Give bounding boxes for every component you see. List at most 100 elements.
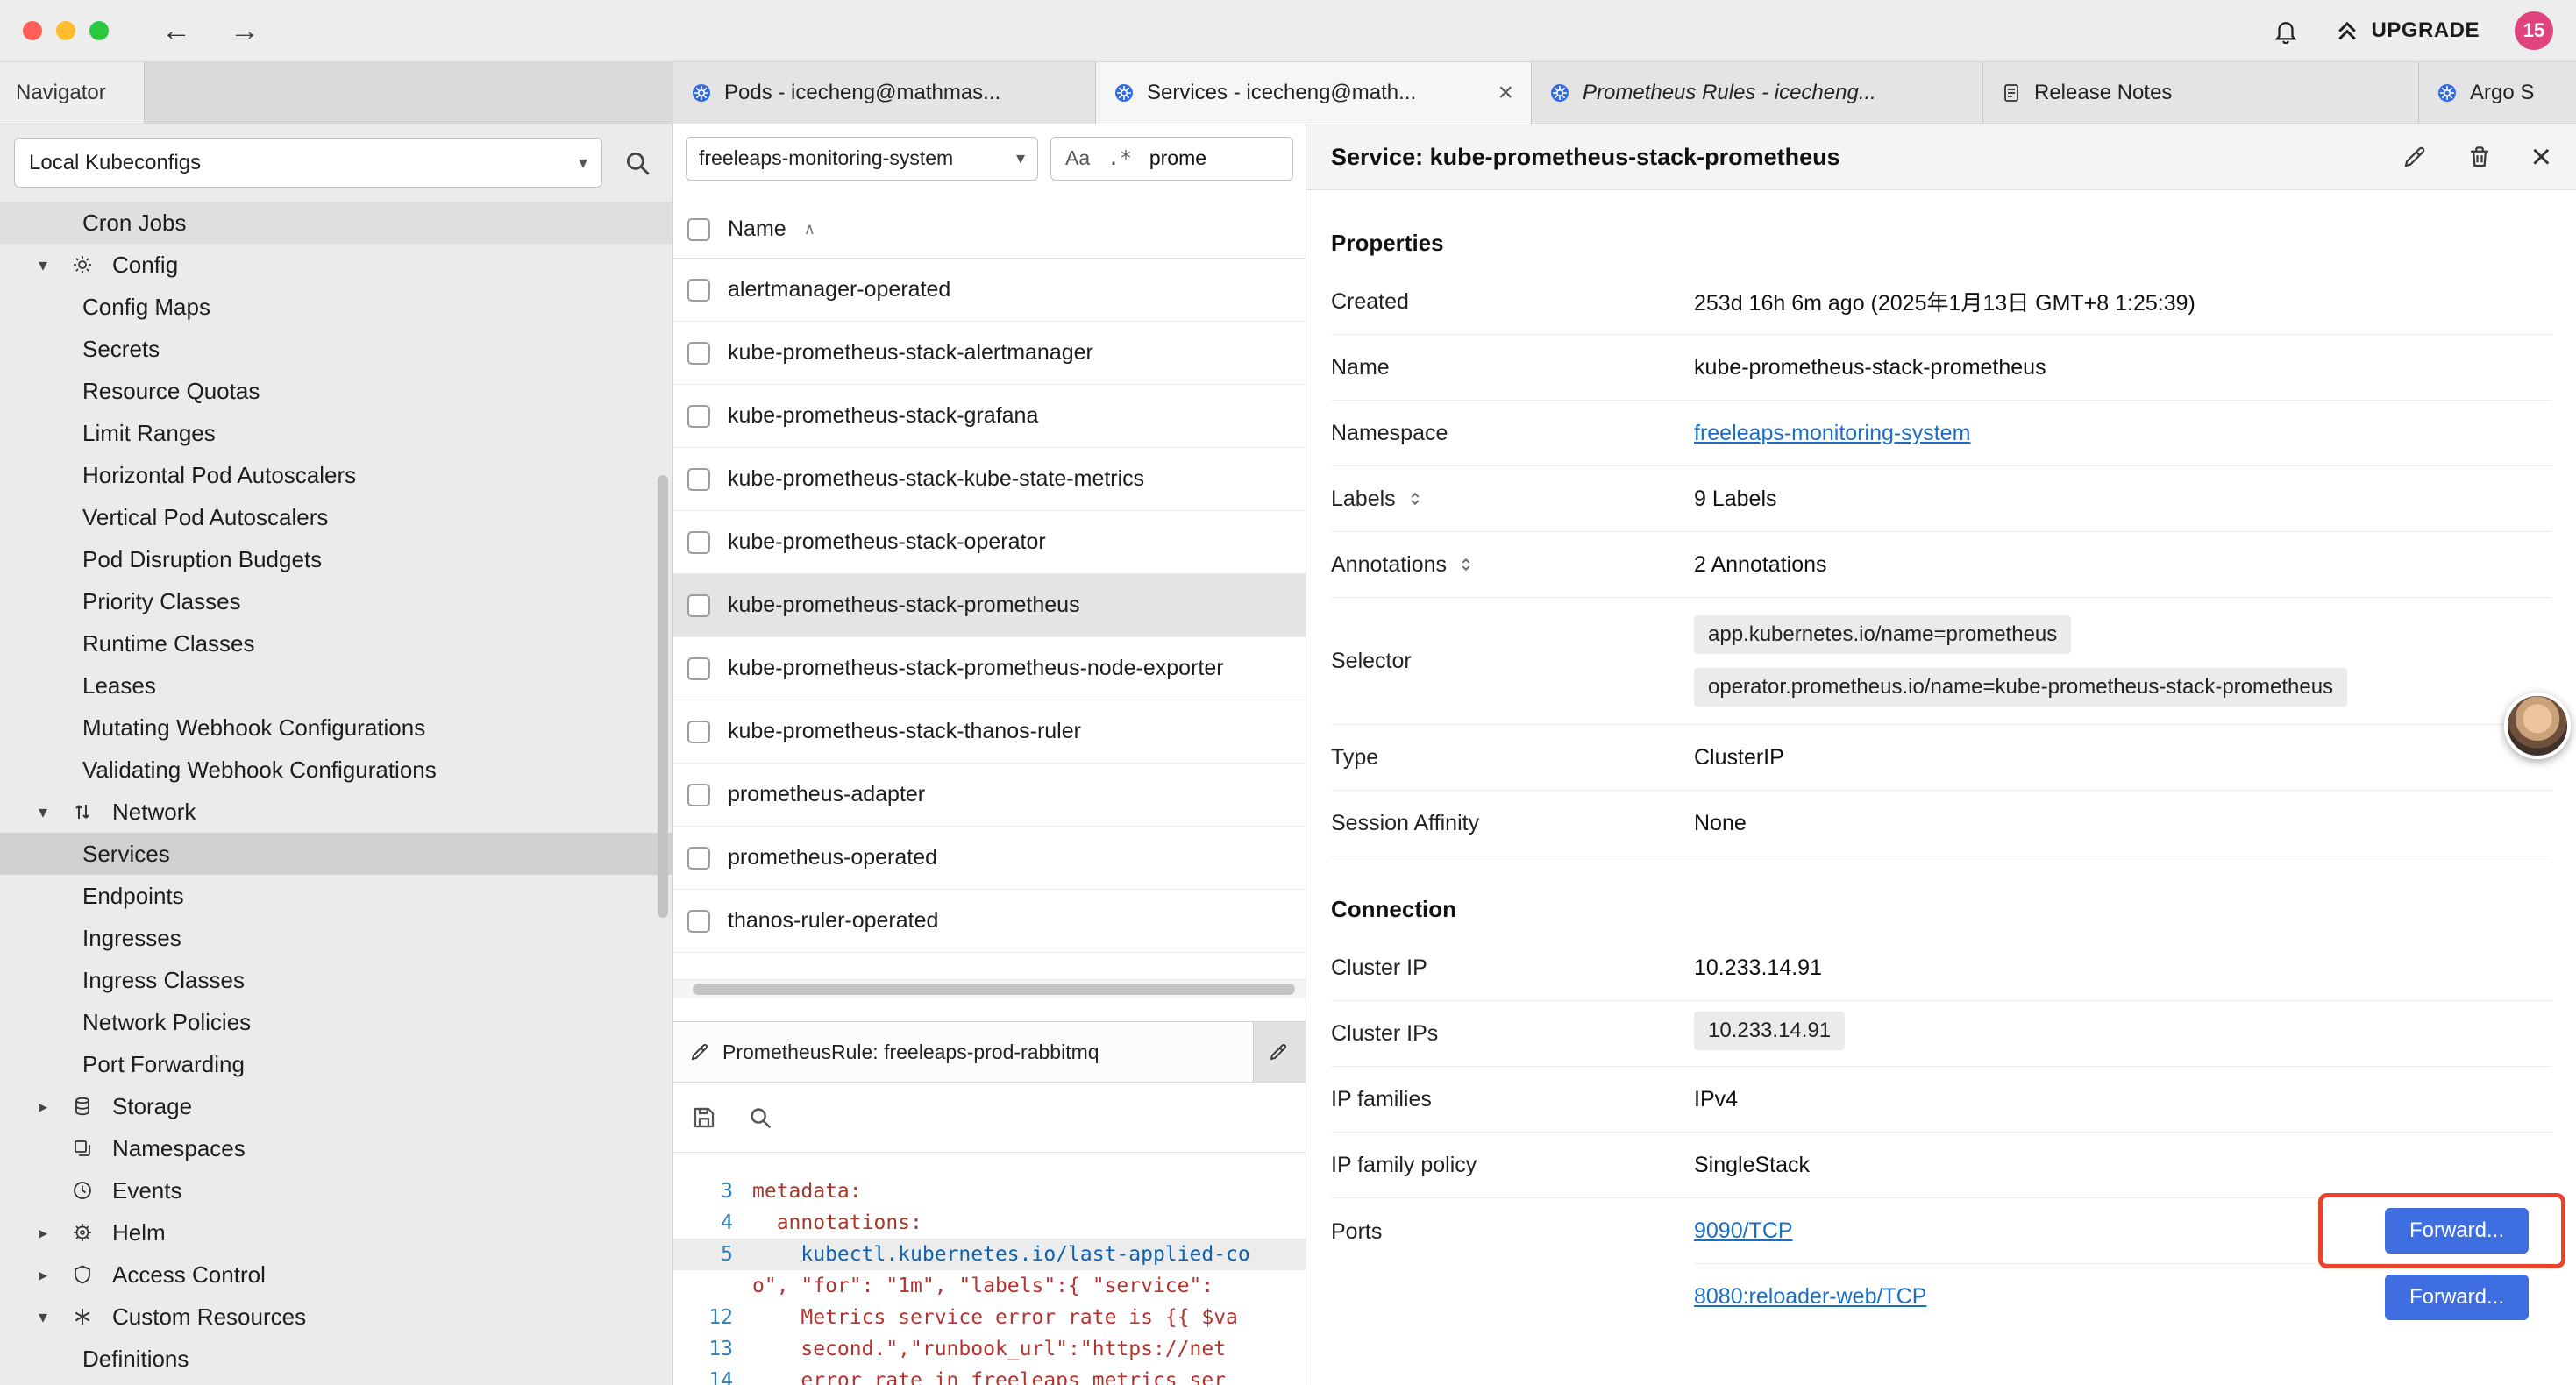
row-checkbox[interactable] <box>687 531 710 554</box>
chevron-down-icon[interactable]: ▾ <box>39 801 72 823</box>
forward-button[interactable]: Forward... <box>2385 1275 2529 1320</box>
sidebar-search-button[interactable] <box>616 148 658 178</box>
forward-button[interactable]: → <box>230 16 260 46</box>
window-zoom-button[interactable] <box>89 21 109 40</box>
tab-release-notes[interactable]: Release Notes <box>1983 62 2419 124</box>
table-row[interactable]: prometheus-operated <box>673 827 1306 890</box>
table-row[interactable]: alertmanager-operated <box>673 259 1306 322</box>
sidebar-item-namespaces[interactable]: Namespaces <box>0 1127 672 1169</box>
avatar[interactable] <box>2504 692 2571 759</box>
notification-count-badge[interactable]: 15 <box>2515 11 2553 50</box>
dock-tab-partial[interactable] <box>1254 1022 1306 1082</box>
sidebar-item-mutating-webhook-configurations[interactable]: Mutating Webhook Configurations <box>0 707 672 749</box>
expand-toggle-icon[interactable] <box>1406 490 1424 508</box>
match-case-toggle[interactable]: Aa <box>1065 146 1090 170</box>
upgrade-button[interactable]: UPGRADE <box>2334 18 2480 44</box>
sidebar-item-access-control[interactable]: ▸ Access Control <box>0 1254 672 1296</box>
property-value[interactable]: 2 Annotations <box>1694 552 2551 578</box>
tab-prometheus-rules[interactable]: Prometheus Rules - icecheng... <box>1532 62 1983 124</box>
sidebar-item-priority-classes[interactable]: Priority Classes <box>0 580 672 622</box>
row-checkbox[interactable] <box>687 405 710 428</box>
row-checkbox[interactable] <box>687 784 710 806</box>
search-input[interactable]: Aa .* prome <box>1050 137 1293 181</box>
search-icon[interactable] <box>747 1104 773 1131</box>
dock-tab-prometheusrule[interactable]: PrometheusRule: freeleaps-prod-rabbitmq <box>673 1022 1254 1082</box>
port-link[interactable]: 9090/TCP <box>1694 1218 1793 1244</box>
namespace-link[interactable]: freeleaps-monitoring-system <box>1694 421 1970 445</box>
back-button[interactable]: ← <box>161 16 191 46</box>
sidebar-item-limit-ranges[interactable]: Limit Ranges <box>0 412 672 454</box>
sidebar-item-network-policies[interactable]: Network Policies <box>0 1001 672 1043</box>
sidebar-item-pod-disruption-budgets[interactable]: Pod Disruption Budgets <box>0 538 672 580</box>
sidebar-item-config[interactable]: ▾ Config <box>0 244 672 286</box>
sidebar-item-cron-jobs[interactable]: Cron Jobs <box>0 202 672 244</box>
sidebar-item-vertical-pod-autoscalers[interactable]: Vertical Pod Autoscalers <box>0 496 672 538</box>
sidebar-item-validating-webhook-configurations[interactable]: Validating Webhook Configurations <box>0 749 672 791</box>
table-row-selected[interactable]: kube-prometheus-stack-prometheus <box>673 574 1306 637</box>
table-row[interactable]: kube-prometheus-stack-kube-state-metrics <box>673 448 1306 511</box>
expand-toggle-icon[interactable] <box>1457 556 1475 573</box>
row-checkbox[interactable] <box>687 594 710 617</box>
row-checkbox[interactable] <box>687 657 710 680</box>
edit-pencil-icon[interactable] <box>2402 144 2428 170</box>
sidebar-item-port-forwarding[interactable]: Port Forwarding <box>0 1043 672 1085</box>
sidebar-item-helm[interactable]: ▸ Helm <box>0 1211 672 1254</box>
namespace-select[interactable]: freeleaps-monitoring-system ▾ <box>686 137 1038 181</box>
chevron-down-icon[interactable]: ▾ <box>39 254 72 276</box>
sidebar-item-resource-quotas[interactable]: Resource Quotas <box>0 370 672 412</box>
chevron-right-icon[interactable]: ▸ <box>39 1096 72 1118</box>
kubeconfig-select[interactable]: Local Kubeconfigs ▾ <box>14 138 602 188</box>
sidebar-item-horizontal-pod-autoscalers[interactable]: Horizontal Pod Autoscalers <box>0 454 672 496</box>
name-column-header[interactable]: Name <box>728 217 786 242</box>
row-checkbox[interactable] <box>687 910 710 933</box>
tab-pods[interactable]: Pods - icecheng@mathmas... <box>673 62 1096 124</box>
sidebar-item-ingress-classes[interactable]: Ingress Classes <box>0 959 672 1001</box>
port-link[interactable]: 8080:reloader-web/TCP <box>1694 1284 1926 1310</box>
sort-ascending-icon[interactable]: ∧ <box>804 220 815 238</box>
table-row[interactable]: thanos-ruler-operated <box>673 890 1306 953</box>
close-icon[interactable]: × <box>2531 139 2551 174</box>
tab-services[interactable]: Services - icecheng@math... × <box>1096 62 1532 124</box>
sidebar-item-services[interactable]: Services <box>0 833 672 875</box>
row-checkbox[interactable] <box>687 342 710 365</box>
sidebar-item-secrets[interactable]: Secrets <box>0 328 672 370</box>
forward-button[interactable]: Forward... <box>2385 1208 2529 1254</box>
sidebar-item-leases[interactable]: Leases <box>0 664 672 707</box>
table-row[interactable]: kube-prometheus-stack-operator <box>673 511 1306 574</box>
row-checkbox[interactable] <box>687 847 710 870</box>
sidebar-item-config-maps[interactable]: Config Maps <box>0 286 672 328</box>
sidebar-item-ingresses[interactable]: Ingresses <box>0 917 672 959</box>
table-row[interactable]: kube-prometheus-stack-thanos-ruler <box>673 700 1306 764</box>
sidebar-item-events[interactable]: Events <box>0 1169 672 1211</box>
horizontal-scrollbar[interactable] <box>673 979 1306 998</box>
select-all-checkbox[interactable] <box>687 218 710 241</box>
table-row[interactable]: kube-prometheus-stack-alertmanager <box>673 322 1306 385</box>
sidebar-item-storage[interactable]: ▸ Storage <box>0 1085 672 1127</box>
yaml-editor[interactable]: 3metadata: 4 annotations: 5 kubectl.kube… <box>673 1153 1306 1385</box>
tab-argo[interactable]: Argo S <box>2419 62 2576 124</box>
chevron-right-icon[interactable]: ▸ <box>39 1264 72 1286</box>
notifications-bell-icon[interactable] <box>2273 18 2299 44</box>
sidebar-item-custom-resources[interactable]: ▾ Custom Resources <box>0 1296 672 1338</box>
sidebar-item-runtime-classes[interactable]: Runtime Classes <box>0 622 672 664</box>
property-value[interactable]: 9 Labels <box>1694 487 2551 512</box>
save-icon[interactable] <box>691 1104 717 1131</box>
table-row[interactable]: kube-prometheus-stack-prometheus-node-ex… <box>673 637 1306 700</box>
chevron-down-icon[interactable]: ▾ <box>39 1306 72 1328</box>
chevron-right-icon[interactable]: ▸ <box>39 1222 72 1244</box>
sidebar-item-endpoints[interactable]: Endpoints <box>0 875 672 917</box>
row-checkbox[interactable] <box>687 721 710 743</box>
window-minimize-button[interactable] <box>56 21 75 40</box>
table-row[interactable]: prometheus-adapter <box>673 764 1306 827</box>
regex-toggle[interactable]: .* <box>1107 147 1132 170</box>
tab-close-icon[interactable]: × <box>1485 78 1513 108</box>
sidebar-scrollbar[interactable] <box>658 475 668 918</box>
sidebar-item-network[interactable]: ▾ Network <box>0 791 672 833</box>
delete-trash-icon[interactable] <box>2466 144 2493 170</box>
window-close-button[interactable] <box>23 21 42 40</box>
sidebar-item-definitions[interactable]: Definitions <box>0 1338 672 1380</box>
horizontal-scrollbar-thumb[interactable] <box>693 984 1295 995</box>
table-row[interactable]: kube-prometheus-stack-grafana <box>673 385 1306 448</box>
row-checkbox[interactable] <box>687 468 710 491</box>
row-checkbox[interactable] <box>687 279 710 302</box>
